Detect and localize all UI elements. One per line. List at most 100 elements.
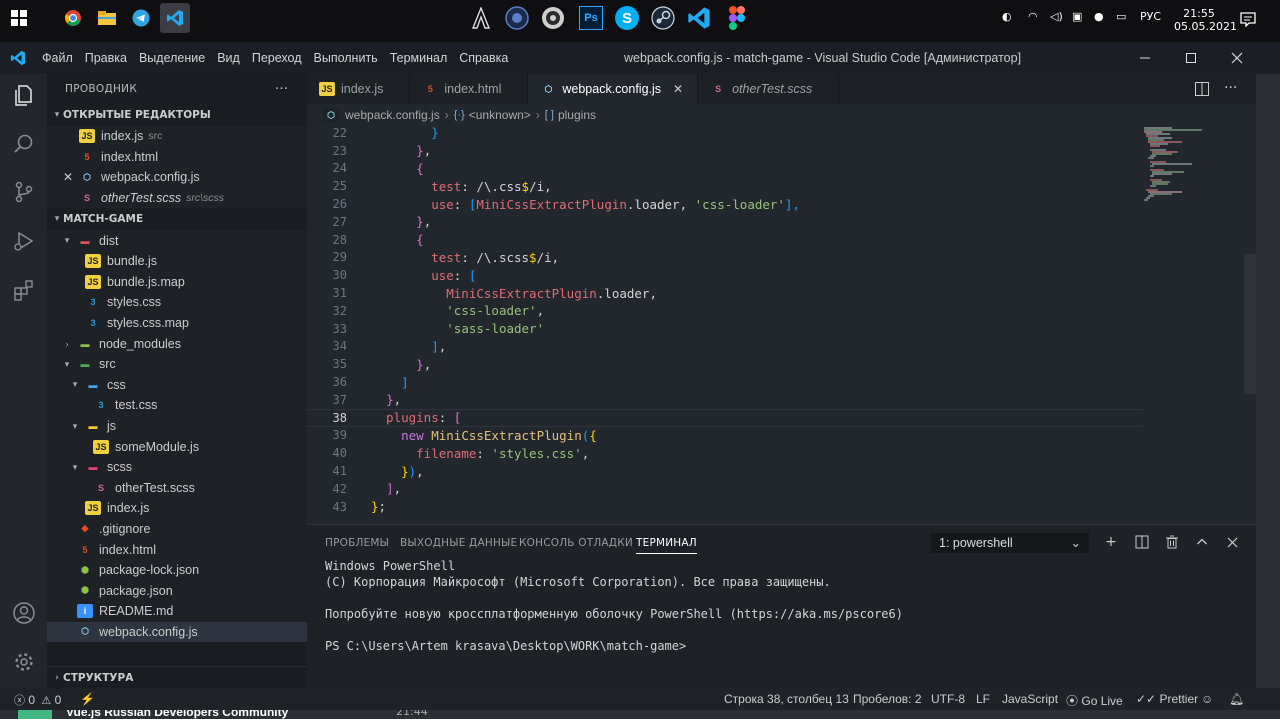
cursor-position[interactable]: Строка 38, столбец 13	[724, 692, 849, 706]
tree-file[interactable]: ⬢ package.json	[47, 580, 307, 601]
open-editor-item[interactable]: SotherTest.scss src\scss	[47, 188, 307, 209]
breadcrumb-file[interactable]: webpack.config.js	[345, 108, 440, 122]
more-actions-icon[interactable]: ···	[1224, 80, 1237, 96]
figma-icon[interactable]	[722, 3, 752, 33]
volume-icon[interactable]: ◁)	[1050, 10, 1063, 23]
editor-tab[interactable]: ⬡ webpack.config.js ✕	[528, 74, 699, 104]
tab-debug-console[interactable]: КОНСОЛЬ ОТЛАДКИ	[519, 537, 633, 549]
tree-folder[interactable]: ▾ ▬ js	[47, 416, 307, 437]
windows-start-icon[interactable]	[4, 3, 34, 33]
menu-edit[interactable]: Правка	[79, 51, 133, 65]
source-control-icon[interactable]	[11, 179, 37, 205]
editor-tab[interactable]: 5 index.html	[410, 74, 529, 104]
search-icon[interactable]	[11, 131, 37, 157]
explorer-icon[interactable]	[11, 82, 37, 108]
tree-file[interactable]: ⬢ package-lock.json	[47, 560, 307, 581]
editor-scrollbar[interactable]	[1244, 254, 1256, 394]
tree-file[interactable]: JS index.js	[47, 498, 307, 519]
battery-icon[interactable]: ▭	[1116, 10, 1126, 23]
notifications-icon[interactable]	[1240, 11, 1256, 30]
run-debug-icon[interactable]	[11, 228, 37, 254]
tray-app-icon[interactable]: ◐	[1002, 10, 1012, 23]
tree-file[interactable]: 3 styles.css.map	[47, 313, 307, 334]
editor-tab[interactable]: JS index.js	[307, 74, 411, 104]
menu-terminal[interactable]: Терминал	[384, 51, 454, 65]
tree-file[interactable]: ◆ .gitignore	[47, 519, 307, 540]
vscode-taskbar-icon[interactable]	[160, 3, 190, 33]
minimize-button[interactable]	[1122, 42, 1168, 74]
breadcrumb-symbol[interactable]: <unknown>	[469, 108, 531, 122]
tree-folder[interactable]: ▾ ▬ dist	[47, 230, 307, 251]
tree-file[interactable]: JS bundle.js	[47, 251, 307, 272]
close-icon[interactable]: ✕	[673, 82, 683, 96]
feedback-icon[interactable]: ☺	[1201, 692, 1213, 706]
line-endings[interactable]: LF	[976, 692, 990, 706]
prettier-button[interactable]: ✓✓ Prettier	[1136, 692, 1198, 706]
tree-file[interactable]: 5 index.html	[47, 539, 307, 560]
tree-file[interactable]: ⬡ webpack.config.js	[47, 621, 307, 643]
split-terminal-icon[interactable]	[1133, 533, 1151, 551]
vscode-pinned-icon[interactable]	[684, 3, 714, 33]
problems-status[interactable]: ⓧ 0 ⚠ 0	[14, 692, 61, 708]
wifi-icon[interactable]: ◠	[1028, 10, 1038, 23]
tree-file[interactable]: i README.md	[47, 601, 307, 622]
tree-folder[interactable]: ▾ ▬ scss	[47, 457, 307, 478]
project-header[interactable]: ▾ MATCH-GAME	[47, 208, 307, 230]
menu-run[interactable]: Выполнить	[308, 51, 384, 65]
indentation[interactable]: Пробелов: 2	[853, 692, 922, 706]
explorer-more-icon[interactable]: ···	[275, 82, 288, 97]
new-terminal-icon[interactable]: +	[1102, 533, 1120, 551]
language-mode[interactable]: JavaScript	[1002, 692, 1058, 706]
chrome-icon[interactable]	[58, 3, 88, 33]
open-editors-header[interactable]: ▾ ОТКРЫТЫЕ РЕДАКТОРЫ	[47, 104, 307, 126]
file-explorer-icon[interactable]	[92, 3, 122, 33]
close-window-button[interactable]	[1214, 42, 1260, 74]
tree-folder[interactable]: ▾ ▬ src	[47, 354, 307, 375]
tray-recorder-icon[interactable]: ●	[1094, 10, 1104, 23]
bell-icon[interactable]: 🔔︎	[1229, 692, 1244, 706]
telegram-icon[interactable]	[126, 3, 156, 33]
tree-folder[interactable]: ▾ ▬ css	[47, 375, 307, 396]
tree-folder[interactable]: › ▬ node_modules	[47, 333, 307, 354]
close-icon[interactable]: ✕	[47, 170, 79, 184]
open-editor-item[interactable]: ✕ ⬡ webpack.config.js	[47, 167, 307, 188]
steam-icon[interactable]	[648, 3, 678, 33]
split-editor-icon[interactable]	[1194, 81, 1210, 100]
tab-output[interactable]: ВЫХОДНЫЕ ДАННЫЕ	[400, 537, 517, 549]
live-share-icon[interactable]: ⚡	[80, 692, 95, 706]
open-editor-item[interactable]: JS index.js src	[47, 126, 307, 147]
go-live-button[interactable]: ⦿ Go Live	[1066, 692, 1123, 709]
tree-file[interactable]: JS someModule.js	[47, 436, 307, 457]
menu-selection[interactable]: Выделение	[133, 51, 211, 65]
maximize-button[interactable]	[1168, 42, 1214, 74]
tray-monitor-icon[interactable]: ▣	[1072, 10, 1082, 23]
settings-gear-icon[interactable]	[11, 649, 37, 675]
breadcrumb-property[interactable]: plugins	[558, 108, 596, 122]
tree-file[interactable]: SotherTest.scss	[47, 478, 307, 499]
menu-go[interactable]: Переход	[246, 51, 308, 65]
tab-terminal[interactable]: ТЕРМИНАЛ	[636, 537, 697, 554]
menu-help[interactable]: Справка	[453, 51, 514, 65]
minimap[interactable]	[1142, 126, 1242, 216]
outline-header[interactable]: › СТРУКТУРА	[47, 666, 307, 688]
obs-icon[interactable]	[538, 3, 568, 33]
menu-file[interactable]: Файл	[36, 51, 79, 65]
open-editor-item[interactable]: 5 index.html	[47, 147, 307, 168]
encoding[interactable]: UTF-8	[931, 692, 965, 706]
tree-file[interactable]: 3 styles.css	[47, 292, 307, 313]
accounts-icon[interactable]	[11, 600, 37, 626]
cinema4d-icon[interactable]	[502, 3, 532, 33]
trash-icon[interactable]	[1163, 533, 1181, 551]
photoshop-icon[interactable]: Ps	[576, 3, 606, 33]
language-indicator[interactable]: РУС	[1140, 10, 1161, 23]
menu-view[interactable]: Вид	[211, 51, 246, 65]
extensions-icon[interactable]	[11, 277, 37, 303]
tab-problems[interactable]: ПРОБЛЕМЫ	[325, 537, 389, 549]
assassins-creed-icon[interactable]	[466, 3, 496, 33]
editor-tab[interactable]: SotherTest.scss	[698, 74, 840, 104]
close-panel-icon[interactable]	[1223, 533, 1241, 551]
code-editor[interactable]: 22 } 23 }, 24 {25 test: /\.css$/i, 26 use: …	[307, 126, 1256, 524]
skype-icon[interactable]: S	[612, 3, 642, 33]
maximize-panel-icon[interactable]	[1193, 533, 1211, 551]
tree-file[interactable]: JS bundle.js.map	[47, 272, 307, 293]
